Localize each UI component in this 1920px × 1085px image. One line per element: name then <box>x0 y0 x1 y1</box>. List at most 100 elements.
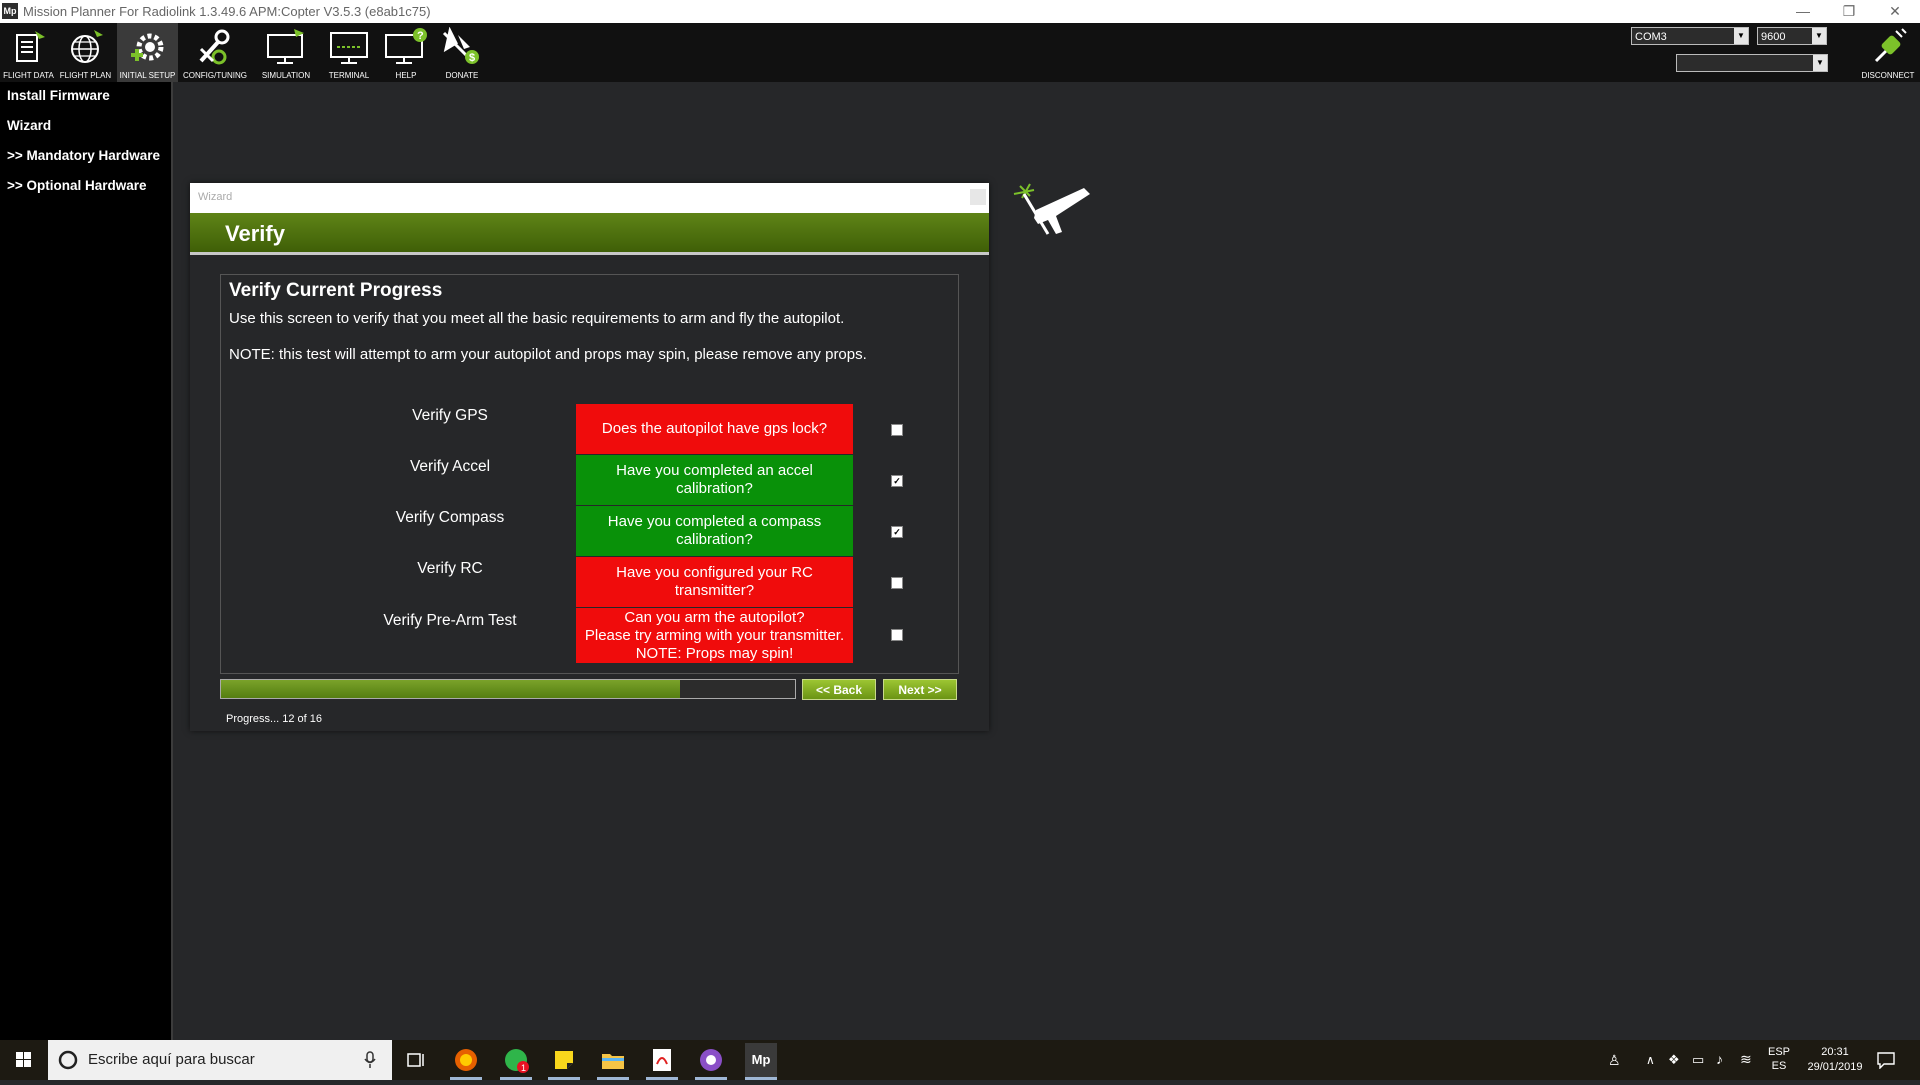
next-button[interactable]: Next >> <box>883 679 957 700</box>
search-placeholder: Escribe aquí para buscar <box>88 1051 255 1068</box>
terminal-tab[interactable]: TERMINAL <box>323 23 375 82</box>
sidebar-item-wizard[interactable]: Wizard <box>7 118 51 133</box>
verify-compass-label: Verify Compass <box>395 509 505 526</box>
chevron-down-icon[interactable]: ▼ <box>1734 28 1748 44</box>
window-title: Mission Planner For Radiolink 1.3.49.6 A… <box>23 4 431 19</box>
microphone-icon[interactable] <box>363 1051 377 1069</box>
mission-planner-taskbar-icon[interactable]: Mp <box>745 1043 777 1077</box>
chevron-down-icon[interactable]: ▼ <box>1813 55 1827 71</box>
wizard-progress-bar <box>220 679 796 699</box>
terminal-monitor-icon <box>330 32 368 64</box>
prearm-question: Can you arm the autopilot? Please try ar… <box>584 609 845 662</box>
taskbar-search-input[interactable]: Escribe aquí para buscar <box>48 1040 392 1080</box>
windows-taskbar: Escribe aquí para buscar 1 Mp ♙ ∧ ❖ ▭ ♪ … <box>0 1040 1920 1080</box>
config-tuning-tab[interactable]: CONFIG/TUNING <box>181 23 249 82</box>
whatsapp-badge: 1 <box>521 1063 526 1073</box>
clock-time: 20:31 <box>1821 1046 1849 1058</box>
close-button[interactable]: ✕ <box>1872 0 1918 23</box>
window-titlebar: Mp Mission Planner For Radiolink 1.3.49.… <box>0 0 1920 23</box>
sidebar-divider <box>171 82 173 1040</box>
simulation-tab[interactable]: SIMULATION <box>257 23 315 82</box>
show-hidden-icons-icon[interactable]: ∧ <box>1646 1053 1655 1067</box>
back-button[interactable]: << Back <box>802 679 876 700</box>
language-code: ESP <box>1768 1046 1791 1058</box>
file-explorer-icon[interactable] <box>599 1046 627 1074</box>
prearm-checkbox[interactable] <box>891 629 903 641</box>
disconnect-button[interactable]: DISCONNECT <box>1858 23 1918 82</box>
rc-checkbox[interactable] <box>891 577 903 589</box>
simulation-label: SIMULATION <box>261 71 311 80</box>
mission-planner-app-icon: Mp <box>2 3 18 19</box>
wizard-window-title: Wizard <box>198 191 233 203</box>
compass-status-box: Have you completed a compass calibration… <box>576 506 853 556</box>
video-app-icon[interactable] <box>697 1046 725 1074</box>
port-value: COM3 <box>1635 31 1667 43</box>
clock[interactable]: 20:31 29/01/2019 <box>1801 1045 1869 1075</box>
sidebar-item-mandatory-hardware[interactable]: >> Mandatory Hardware <box>7 148 160 163</box>
flight-plan-tab[interactable]: FLIGHT PLAN <box>57 23 114 82</box>
firefox-icon[interactable] <box>452 1046 480 1074</box>
sidebar-item-install-firmware[interactable]: Install Firmware <box>7 88 110 103</box>
wizard-close-button[interactable] <box>970 189 986 205</box>
disconnect-label: DISCONNECT <box>1861 71 1915 80</box>
cortana-circle-icon <box>58 1050 78 1070</box>
main-toolbar: FLIGHT DATA FLIGHT PLAN INITIAL SETUP CO… <box>0 23 1920 82</box>
clock-date: 29/01/2019 <box>1807 1061 1863 1073</box>
note-text: NOTE: this test will attempt to arm your… <box>229 346 867 363</box>
gps-question: Does the autopilot have gps lock? <box>601 420 828 437</box>
donate-plane-icon: $ <box>442 27 479 64</box>
progress-text: Progress... 12 of 16 <box>226 713 322 725</box>
rc-question: Have you configured your RC transmitter? <box>616 564 813 599</box>
pdf-reader-icon[interactable] <box>648 1046 676 1074</box>
accel-status-box: Have you completed an accel calibration? <box>576 455 853 505</box>
profile-select[interactable]: ▼ <box>1676 54 1828 72</box>
dropbox-icon[interactable]: ❖ <box>1668 1052 1680 1068</box>
restore-button[interactable]: ❐ <box>1826 0 1872 23</box>
gps-checkbox[interactable] <box>891 424 903 436</box>
start-button[interactable] <box>0 1040 48 1080</box>
whatsapp-icon[interactable]: 1 <box>502 1046 530 1074</box>
globe-icon <box>70 30 103 63</box>
notification-center-icon[interactable] <box>1876 1051 1896 1069</box>
wifi-icon[interactable]: ≋ <box>1740 1051 1752 1068</box>
windows-logo-icon <box>16 1052 31 1067</box>
donate-label: DONATE <box>445 71 479 80</box>
svg-text:?: ? <box>417 30 424 42</box>
port-select[interactable]: COM3 ▼ <box>1631 27 1749 45</box>
plug-icon <box>1874 28 1907 63</box>
minimize-button[interactable]: — <box>1780 0 1826 23</box>
sticky-notes-icon[interactable] <box>550 1046 578 1074</box>
wizard-titlebar: Wizard <box>190 183 989 213</box>
task-view-icon[interactable] <box>402 1046 430 1074</box>
chevron-down-icon[interactable]: ▼ <box>1812 28 1826 44</box>
wrench-gear-icon <box>199 29 230 65</box>
verify-panel: Verify Current Progress Use this screen … <box>220 274 959 674</box>
battery-icon[interactable]: ▭ <box>1692 1052 1704 1068</box>
wizard-step-title: Verify <box>225 221 285 246</box>
flight-data-icon <box>15 31 45 62</box>
volume-icon[interactable]: ♪ <box>1716 1051 1723 1067</box>
flight-data-label: FLIGHT DATA <box>3 71 54 80</box>
prearm-status-box: Can you arm the autopilot? Please try ar… <box>576 608 853 663</box>
compass-checkbox[interactable]: ✓ <box>891 526 903 538</box>
language-indicator[interactable]: ESP ES <box>1768 1045 1790 1073</box>
accel-question: Have you completed an accel calibration? <box>616 462 813 497</box>
verify-prearm-label: Verify Pre-Arm Test <box>383 612 517 629</box>
svg-text:$: $ <box>469 52 475 64</box>
plane-logo-icon <box>1013 183 1090 235</box>
people-icon[interactable]: ♙ <box>1608 1052 1621 1069</box>
donate-tab[interactable]: $ DONATE <box>437 23 487 82</box>
description-text: Use this screen to verify that you meet … <box>229 310 845 327</box>
verify-accel-label: Verify Accel <box>409 458 491 475</box>
terminal-label: TERMINAL <box>328 71 370 80</box>
flight-data-tab[interactable]: FLIGHT DATA <box>0 23 57 82</box>
accel-checkbox[interactable]: ✓ <box>891 475 903 487</box>
help-tab[interactable]: ? HELP <box>381 23 431 82</box>
wizard-header: Verify <box>190 213 989 255</box>
initial-setup-tab[interactable]: INITIAL SETUP <box>117 23 178 82</box>
sidebar-item-optional-hardware[interactable]: >> Optional Hardware <box>7 178 147 193</box>
help-monitor-icon: ? <box>385 28 427 64</box>
initial-setup-icon <box>130 33 163 61</box>
initial-setup-label: INITIAL SETUP <box>119 71 176 80</box>
baud-select[interactable]: 9600 ▼ <box>1757 27 1827 45</box>
